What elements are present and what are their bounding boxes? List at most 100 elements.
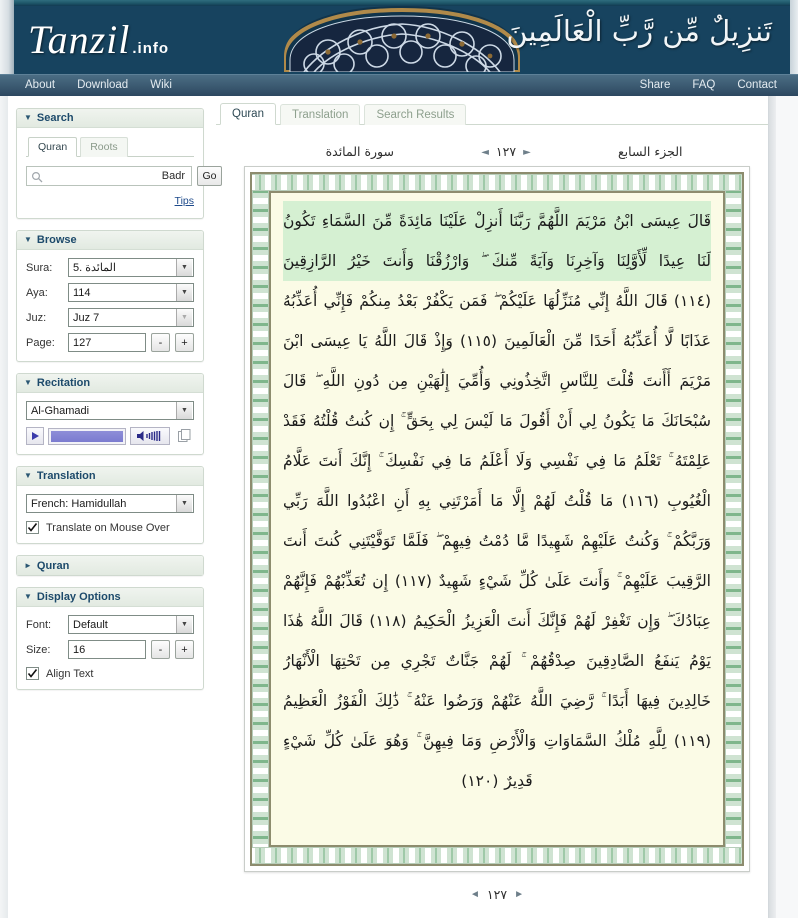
play-icon [32, 432, 39, 440]
play-button[interactable] [26, 427, 44, 445]
main-navigation-bar: AboutDownloadWiki ShareFAQContact [0, 74, 798, 96]
search-row: Go [26, 166, 194, 186]
current-page-number-top[interactable]: ١٢٧ [496, 144, 516, 159]
border-pattern-top [252, 174, 742, 191]
page-decrement-button[interactable]: - [151, 333, 170, 352]
playback-progress-slider[interactable] [48, 428, 126, 445]
current-page-number-bottom[interactable]: ١٢٧ [487, 887, 507, 902]
panel-display-options-header[interactable]: ▼ Display Options [17, 588, 203, 607]
next-page-arrow-top[interactable]: ► [523, 147, 531, 158]
panel-translation-header[interactable]: ▼ Translation [17, 467, 203, 486]
site-logo-text: Tanzil [28, 17, 130, 62]
nav-item-share[interactable]: Share [629, 75, 682, 95]
search-tab-roots[interactable]: Roots [80, 137, 127, 157]
font-size-decrement-button[interactable]: - [151, 640, 170, 659]
site-logo-suffix: .info [132, 40, 169, 57]
chevron-down-icon: ▼ [24, 593, 32, 601]
ayat-line[interactable]: عِبَادُكَ ۖ وَإِن تَغْفِرْ لَهُمْ فَإِنَ… [283, 601, 711, 641]
ayat-line[interactable]: وَرَبَّكُمْ ۚ وَكُنتُ عَلَيْهِمْ شَهِيدً… [283, 521, 711, 561]
ayat-line[interactable]: الرَّقِيبَ عَلَيْهِمْ ۚ وَأَنتَ عَلَىٰ ك… [283, 561, 711, 601]
search-box[interactable] [26, 166, 192, 186]
ayat-line[interactable]: لَنَا عِيدًا لِّأَوَّلِنَا وَآخِرِنَا وَ… [283, 241, 711, 281]
panel-browse-header[interactable]: ▼ Browse [17, 231, 203, 250]
checkmark-icon [27, 522, 38, 533]
site-logo[interactable]: Tanzil.info [28, 16, 169, 63]
reciter-select-value: Al-Ghamadi [31, 405, 176, 417]
align-text-checkbox[interactable] [26, 667, 39, 680]
page-label: Page: [26, 337, 68, 349]
page-input[interactable] [68, 333, 146, 352]
prev-page-arrow-bottom[interactable]: ◄ [470, 889, 480, 900]
panel-translation-body: French: Hamidullah ▼ Translate on Mouse … [17, 486, 203, 543]
nav-item-about[interactable]: About [14, 75, 66, 95]
tab-quran[interactable]: Quran [220, 103, 276, 125]
search-icon [31, 170, 43, 182]
search-input[interactable] [43, 170, 187, 182]
search-tab-quran[interactable]: Quran [28, 137, 77, 157]
sura-select-value: 5. المائدة [73, 261, 176, 274]
field-row-aya: Aya: 114 ▼ [26, 283, 194, 302]
ayat-line[interactable]: يَوْمُ يَنفَعُ الصَّادِقِينَ صِدْقُهُمْ … [283, 641, 711, 681]
panel-browse: ▼ Browse Sura: 5. المائدة ▼ Aya: 1 [16, 230, 204, 362]
nav-right-group: ShareFAQContact [629, 75, 788, 95]
page-navigation-bottom: ◄ ١٢٧ ► [244, 882, 750, 906]
panel-recitation: ▼ Recitation Al-Ghamadi ▼ [16, 373, 204, 455]
panel-recitation-header[interactable]: ▼ Recitation [17, 374, 203, 393]
panel-quran-title: Quran [37, 560, 69, 572]
ayat-line[interactable]: قَالَ عِيسَى ابْنُ مَرْيَمَ اللَّهُمَّ ر… [283, 201, 711, 241]
sidebar: ▼ Search Quran Roots [16, 108, 204, 701]
ayat-line[interactable]: سُبْحَانَكَ مَا يَكُونُ لِي أَنْ أَقُولَ… [283, 401, 711, 441]
tab-search-results[interactable]: Search Results [364, 104, 466, 125]
panel-search-body: Quran Roots [17, 128, 203, 218]
field-row-juz: Juz: Juz 7 ▼ [26, 308, 194, 327]
chevron-down-icon: ▼ [176, 616, 192, 633]
page-navigation-top: الجزء السابع ►١٢٧◄ سورة المائدة [244, 140, 768, 162]
copy-button[interactable] [176, 427, 194, 445]
font-size-input[interactable] [68, 640, 146, 659]
reciter-select[interactable]: Al-Ghamadi ▼ [26, 401, 194, 420]
prev-page-arrow-top[interactable]: ◄ [481, 147, 489, 158]
ayat-line[interactable]: مَرْيَمَ أَأَنتَ قُلْتَ لِلنَّاسِ اتَّخِ… [283, 361, 711, 401]
ayat-line[interactable]: قَدِيرٌ (١٢٠) [283, 761, 711, 801]
next-page-arrow-bottom[interactable]: ► [514, 889, 524, 900]
search-tips-link[interactable]: Tips [175, 195, 194, 207]
field-row-page: Page: - + [26, 333, 194, 352]
panel-quran-header[interactable]: ► Quran [17, 556, 203, 575]
nav-item-wiki[interactable]: Wiki [139, 75, 183, 95]
tab-translation[interactable]: Translation [280, 104, 360, 125]
main-tabstrip: Quran Translation Search Results [216, 102, 768, 125]
ayat-line[interactable]: خَالِدِينَ فِيهَا أَبَدًا ۚ رَّضِيَ اللَ… [283, 681, 711, 721]
translation-select[interactable]: French: Hamidullah ▼ [26, 494, 194, 513]
ayat-line[interactable]: عَلِمْتَهُ ۚ تَعْلَمُ مَا فِي نَفْسِي وَ… [283, 441, 711, 481]
nav-item-contact[interactable]: Contact [726, 75, 788, 95]
panel-display-options-title: Display Options [37, 591, 121, 603]
page-increment-button[interactable]: + [175, 333, 194, 352]
quran-page-outer: قَالَ عِيسَى ابْنُ مَرْيَمَ اللَّهُمَّ ر… [244, 166, 750, 872]
quran-page-decorative-frame: قَالَ عِيسَى ابْنُ مَرْيَمَ اللَّهُمَّ ر… [250, 172, 744, 866]
juz-select[interactable]: Juz 7 ▼ [68, 308, 194, 327]
right-rail [768, 96, 798, 918]
volume-button[interactable] [130, 427, 170, 445]
copy-icon [177, 428, 193, 444]
align-text-row: Align Text [26, 667, 194, 680]
field-row-sura: Sura: 5. المائدة ▼ [26, 258, 194, 277]
aya-select[interactable]: 114 ▼ [68, 283, 194, 302]
sura-select[interactable]: 5. المائدة ▼ [68, 258, 194, 277]
panel-search-header[interactable]: ▼ Search [17, 109, 203, 128]
ayat-line[interactable]: الْغُيُوبِ (١١٦) مَا قُلْتُ لَهُمْ إِلَّ… [283, 481, 711, 521]
nav-item-faq[interactable]: FAQ [681, 75, 726, 95]
nav-item-download[interactable]: Download [66, 75, 139, 95]
juz-name-label: الجزء السابع [618, 144, 768, 159]
ayat-line[interactable]: (١١٤) قَالَ اللَّهُ إِنِّي مُنَزِّلُهَا … [283, 281, 711, 321]
panel-recitation-body: Al-Ghamadi ▼ [17, 393, 203, 454]
font-select-value: Default [73, 619, 176, 631]
font-select[interactable]: Default ▼ [68, 615, 194, 634]
translate-on-mouseover-checkbox[interactable] [26, 521, 39, 534]
translate-on-mouseover-label: Translate on Mouse Over [46, 522, 170, 534]
chevron-down-icon: ▼ [176, 259, 192, 276]
font-size-increment-button[interactable]: + [175, 640, 194, 659]
translation-select-value: French: Hamidullah [31, 498, 176, 510]
quran-page-container: قَالَ عِيسَى ابْنُ مَرْيَمَ اللَّهُمَّ ر… [244, 166, 750, 918]
ayat-line[interactable]: (١١٩) لِلَّهِ مُلْكُ السَّمَاوَاتِ وَالْ… [283, 721, 711, 761]
ayat-line[interactable]: عَذَابًا لَّا أُعَذِّبُهُ أَحَدًا مِّنَ … [283, 321, 711, 361]
